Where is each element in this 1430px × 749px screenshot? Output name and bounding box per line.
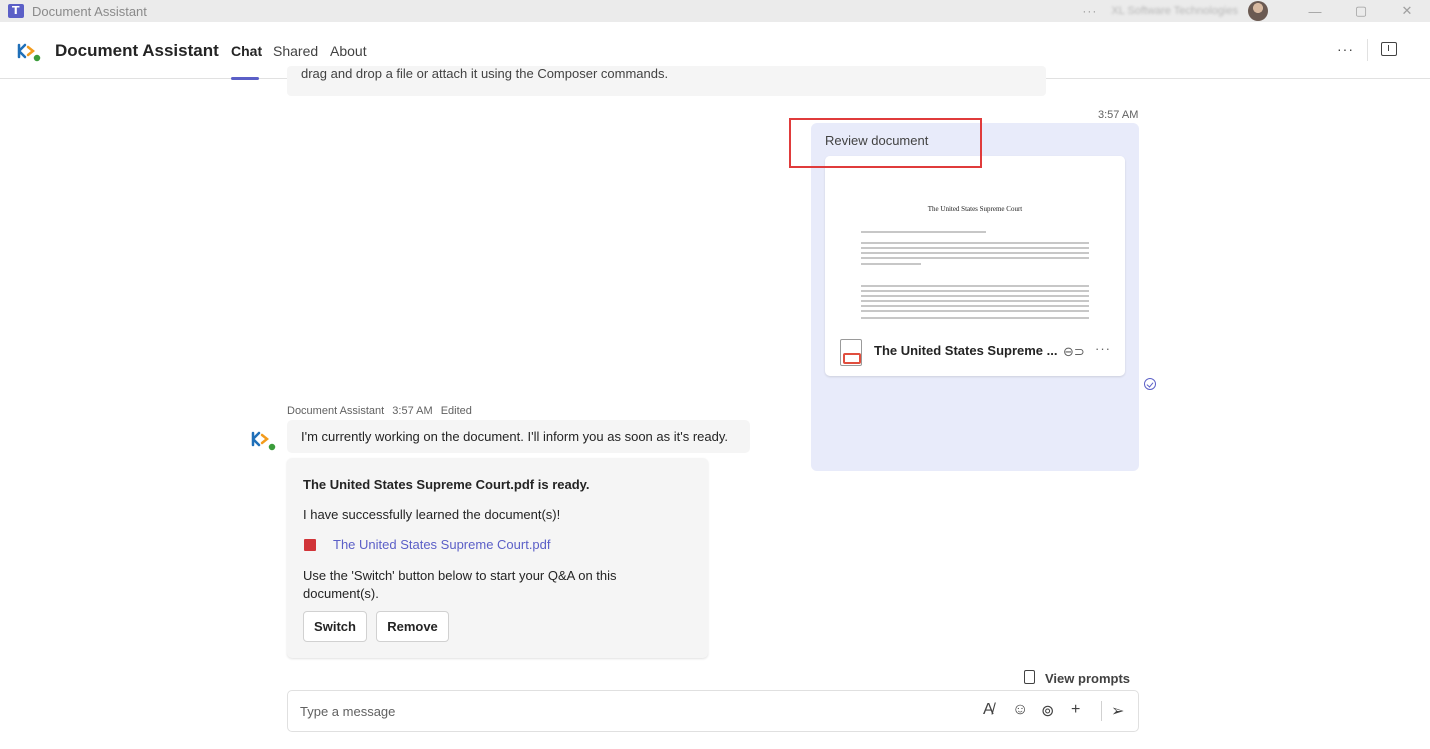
file-more-icon[interactable]: ···: [1095, 341, 1111, 356]
preview-line: [861, 257, 1089, 259]
teams-logo-icon: [8, 4, 24, 18]
send-icon[interactable]: ➢: [1111, 701, 1124, 721]
bot-timestamp: 3:57 AM: [392, 405, 433, 417]
preview-line: [861, 305, 1089, 307]
preview-line: [861, 231, 986, 233]
message-input[interactable]: [300, 701, 900, 721]
message-composer: A̸ ☺ ⊚ + ➢: [287, 690, 1139, 732]
app-name: Document Assistant: [55, 41, 219, 60]
emoji-icon[interactable]: ☺: [1012, 701, 1028, 719]
previous-message: drag and drop a file or attach it using …: [287, 66, 1046, 96]
preview-line: [861, 247, 1089, 249]
bot-message-header: Document Assistant 3:57 AM Edited: [287, 405, 477, 417]
copy-link-icon[interactable]: ⊖⊃: [1063, 344, 1085, 360]
bot-message[interactable]: I'm currently working on the document. I…: [287, 420, 750, 453]
file-attachment-card[interactable]: The United States Supreme Court The Unit…: [825, 156, 1125, 376]
document-link[interactable]: The United States Supreme Court.pdf: [333, 537, 551, 552]
view-prompts-link[interactable]: View prompts: [1045, 671, 1130, 686]
bot-sender-name: Document Assistant: [287, 405, 385, 417]
document-assistant-logo-icon: [17, 43, 42, 62]
tab-chat[interactable]: Chat: [231, 43, 262, 59]
preview-line: [861, 263, 921, 265]
file-footer: The United States Supreme ... ⊖⊃ ···: [825, 331, 1125, 376]
card-title: The United States Supreme Court.pdf is r…: [303, 477, 590, 492]
format-icon[interactable]: A̸: [983, 701, 994, 719]
window-titlebar: Document Assistant ··· XL Software Techn…: [0, 0, 1430, 22]
view-prompts-icon[interactable]: [1024, 670, 1035, 684]
previous-message-text: drag and drop a file or attach it using …: [301, 66, 669, 81]
window-more-icon[interactable]: ···: [1082, 4, 1097, 18]
preview-line: [861, 252, 1089, 254]
chat-area: drag and drop a file or attach it using …: [0, 66, 1430, 749]
edited-label: Edited: [440, 405, 472, 417]
user-avatar[interactable]: [1248, 1, 1268, 21]
preview-line: [861, 285, 1089, 287]
pdf-icon: [304, 539, 316, 551]
composer-divider: [1101, 701, 1102, 721]
header-more-icon[interactable]: ···: [1337, 41, 1354, 57]
preview-line: [861, 317, 1089, 319]
card-instruction: Use the 'Switch' button below to start y…: [303, 568, 617, 601]
highlight-annotation-box: [789, 118, 982, 168]
bot-avatar-icon: [251, 431, 277, 452]
popout-icon[interactable]: [1381, 42, 1397, 56]
preview-line: [861, 295, 1089, 297]
org-name[interactable]: XL Software Technologies: [1111, 5, 1238, 17]
bot-message-text: I'm currently working on the document. I…: [301, 429, 729, 444]
window-title: Document Assistant: [32, 3, 147, 19]
outgoing-message[interactable]: Review document The United States Suprem…: [811, 123, 1139, 471]
card-text: I have successfully learned the document…: [303, 507, 561, 522]
remove-button[interactable]: Remove: [376, 611, 449, 642]
pdf-file-icon: [840, 339, 862, 366]
document-ready-card: The United States Supreme Court.pdf is r…: [287, 458, 708, 658]
switch-button[interactable]: Switch: [303, 611, 367, 642]
minimize-icon[interactable]: —: [1292, 4, 1338, 19]
loop-icon[interactable]: ⊚: [1041, 701, 1054, 721]
tab-shared[interactable]: Shared: [273, 43, 318, 59]
preview-line: [861, 242, 1089, 244]
preview-line: [861, 290, 1089, 292]
maximize-icon[interactable]: ▢: [1338, 3, 1384, 19]
preview-line: [861, 300, 1089, 302]
header-divider: [1367, 39, 1368, 61]
close-icon[interactable]: ✕: [1384, 3, 1430, 19]
preview-line: [861, 310, 1089, 312]
tab-about[interactable]: About: [330, 43, 367, 59]
message-seen-icon: [1144, 378, 1156, 390]
preview-title: The United States Supreme Court: [927, 205, 1023, 213]
add-icon[interactable]: +: [1071, 701, 1080, 719]
outgoing-timestamp: 3:57 AM: [1098, 109, 1139, 121]
attachment-file-name[interactable]: The United States Supreme ...: [874, 343, 1058, 358]
document-preview[interactable]: The United States Supreme Court: [825, 156, 1125, 323]
